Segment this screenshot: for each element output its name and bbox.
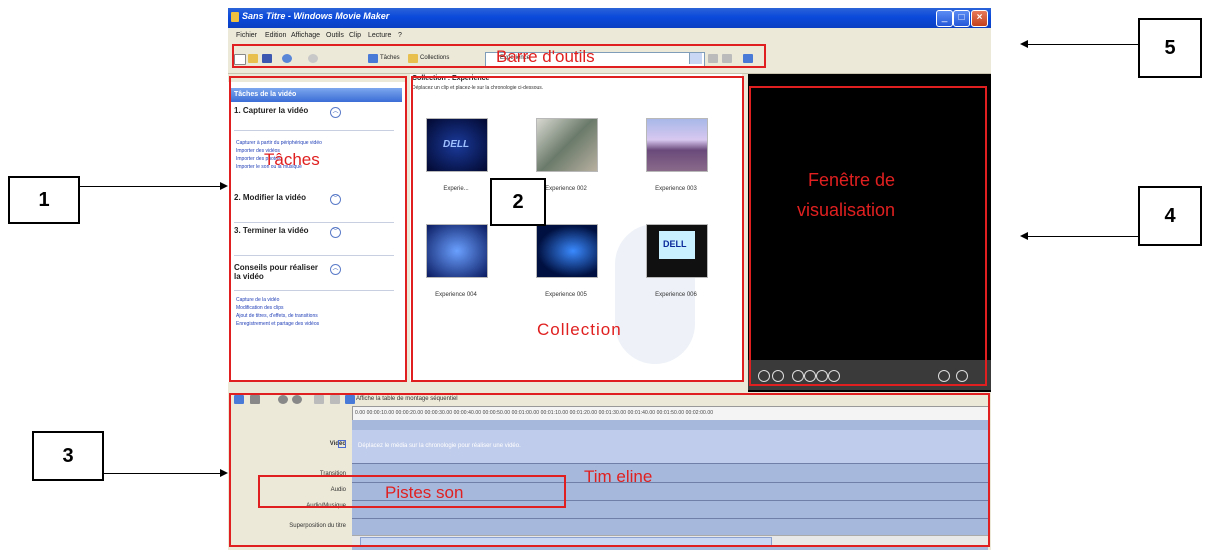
callout-1-arrow xyxy=(80,186,220,187)
menu-outils[interactable]: Outils xyxy=(326,32,344,39)
menu-clip[interactable]: Clip xyxy=(349,32,361,39)
callout-4: 4 xyxy=(1138,186,1202,246)
callout-5-arrow xyxy=(1028,44,1138,45)
menu-fichier[interactable]: Fichier xyxy=(236,32,257,39)
arrowhead-icon xyxy=(220,182,228,190)
arrowhead-icon xyxy=(1020,40,1028,48)
window-title: Sans Titre - Windows Movie Maker xyxy=(242,11,390,21)
menu-help[interactable]: ? xyxy=(398,32,402,39)
callout-3-arrow xyxy=(104,473,220,474)
toolbar-annotation: Barre d'outils xyxy=(496,47,595,66)
preview-highlight xyxy=(749,86,987,386)
menu-affichage[interactable]: Affichage xyxy=(291,32,320,39)
timeline-annotation: Tim eline xyxy=(584,467,653,486)
tasks-highlight xyxy=(229,76,407,382)
preview-annotation-line2: visualisation xyxy=(797,200,896,220)
menu-edition[interactable]: Edition xyxy=(265,32,286,39)
maximize-button[interactable]: □ xyxy=(953,10,970,27)
menu-bar: Fichier Edition Affichage Outils Clip Le… xyxy=(228,28,991,43)
callout-3: 3 xyxy=(32,431,104,481)
callout-5: 5 xyxy=(1138,18,1202,78)
menu-lecture[interactable]: Lecture xyxy=(368,32,391,39)
audio-annotation: Pistes son xyxy=(385,483,464,502)
callout-4-arrow xyxy=(1028,236,1138,237)
tasks-annotation: Tâches xyxy=(264,150,320,169)
callout-1: 1 xyxy=(8,176,80,224)
arrowhead-icon xyxy=(1020,232,1028,240)
callout-2: 2 xyxy=(490,178,546,226)
minimize-button[interactable]: _ xyxy=(936,10,953,27)
preview-annotation-line1: Fenêtre de xyxy=(808,170,896,190)
app-icon xyxy=(231,12,239,22)
arrowhead-icon xyxy=(220,469,228,477)
title-bar: Sans Titre - Windows Movie Maker _ □ × xyxy=(228,8,991,28)
collection-annotation: Collection xyxy=(537,320,622,339)
close-button[interactable]: × xyxy=(971,10,988,27)
